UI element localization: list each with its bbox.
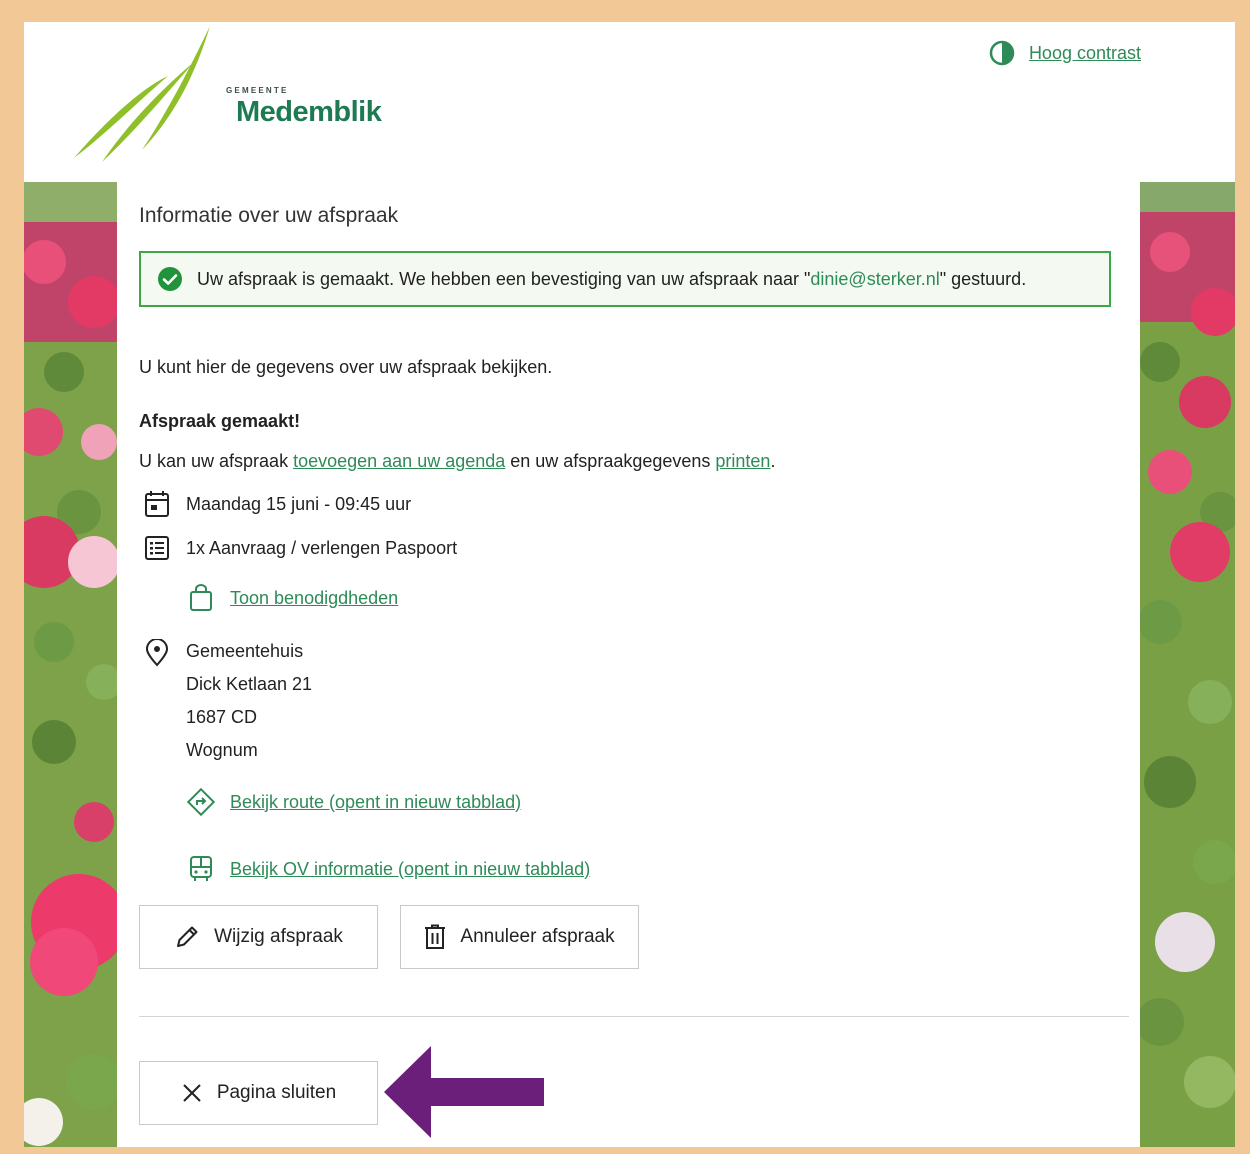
address-block: Gemeentehuis Dick Ketlaan 21 1687 CD Wog… (186, 635, 312, 767)
location-postcode: 1687 CD (186, 707, 258, 727)
close-page-button[interactable]: Pagina sluiten (139, 1061, 378, 1125)
annotation-arrow-icon (384, 1046, 544, 1138)
page-title: Informatie over uw afspraak (139, 204, 399, 227)
logo-title: Medemblik (236, 96, 382, 128)
agenda-text-end: . (770, 451, 776, 471)
route-row[interactable]: Bekijk route (opent in nieuw tabblad) (186, 788, 521, 816)
route-link[interactable]: Bekijk route (opent in nieuw tabblad) (230, 792, 521, 813)
location-city: Wognum (186, 740, 258, 760)
alert-email: dinie@sterker.nl (810, 268, 940, 289)
background-photo-left (24, 182, 117, 1147)
trash-icon (425, 924, 446, 949)
public-transport-row[interactable]: Bekijk OV informatie (opent in nieuw tab… (186, 855, 590, 883)
section-heading: Afspraak gemaakt! (139, 411, 301, 431)
close-page-label: Pagina sluiten (216, 1082, 337, 1103)
shopping-bag-icon (190, 584, 212, 611)
intro-text: U kunt hier de gegevens over uw afspraak… (139, 357, 553, 377)
appointment-panel: Informatie over uw afspraak Uw afspraak … (117, 182, 1140, 1147)
pencil-icon (177, 926, 198, 947)
public-transport-link[interactable]: Bekijk OV informatie (opent in nieuw tab… (230, 859, 590, 880)
leaves-icon (74, 26, 210, 162)
datetime-text: Maandag 15 juni - 09:45 uur (186, 493, 412, 514)
site-header: GEMEENTE Medemblik Hoog contrast (24, 22, 1235, 182)
agenda-text-start: U kan uw afspraak (139, 451, 294, 471)
alert-text-start: Uw afspraak is gemaakt. We hebben een be… (197, 268, 811, 289)
product-text: 1x Aanvraag / verlengen Paspoort (186, 537, 458, 558)
agenda-line: U kan uw afspraak toevoegen aan uw agend… (139, 451, 775, 472)
check-circle-icon (158, 267, 182, 291)
high-contrast-link[interactable]: Hoog contrast (1029, 43, 1141, 64)
show-requirements-link[interactable]: Toon benodigdheden (230, 588, 398, 609)
page-frame: GEMEENTE Medemblik Hoog contrast Informa… (24, 22, 1235, 1147)
calendar-icon (145, 491, 169, 517)
location-street: Dick Ketlaan 21 (186, 674, 313, 694)
cancel-appointment-button[interactable]: Annuleer afspraak (400, 905, 639, 969)
bus-icon (190, 856, 212, 881)
location-pin-icon (145, 639, 169, 667)
success-alert: Uw afspraak is gemaakt. We hebben een be… (139, 251, 1111, 307)
high-contrast-toggle[interactable]: Hoog contrast (989, 40, 1141, 66)
logo-subtitle: GEMEENTE (226, 86, 289, 95)
close-icon (183, 1084, 201, 1102)
agenda-text-middle: en uw afspraakgegevens (505, 451, 716, 471)
edit-appointment-button[interactable]: Wijzig afspraak (139, 905, 378, 969)
background-photo-right (1140, 182, 1235, 1147)
appointment-product: 1x Aanvraag / verlengen Paspoort (142, 535, 457, 561)
show-requirements[interactable]: Toon benodigdheden (186, 584, 398, 612)
print-link[interactable]: printen (715, 451, 770, 471)
add-to-calendar-link[interactable]: toevoegen aan uw agenda (293, 451, 505, 471)
alert-message: Uw afspraak is gemaakt. We hebben een be… (197, 269, 1026, 290)
cancel-appointment-label: Annuleer afspraak (460, 926, 615, 947)
appointment-location: Gemeentehuis Dick Ketlaan 21 1687 CD Wog… (142, 639, 312, 767)
list-icon (145, 536, 169, 560)
alert-text-end: " gestuurd. (939, 268, 1027, 289)
edit-appointment-label: Wijzig afspraak (214, 926, 343, 947)
municipality-logo[interactable]: GEMEENTE Medemblik (72, 22, 392, 167)
directions-icon (187, 788, 215, 816)
location-name: Gemeentehuis (186, 641, 304, 661)
appointment-datetime: Maandag 15 juni - 09:45 uur (142, 490, 411, 518)
section-divider (139, 1016, 1129, 1017)
contrast-icon (989, 40, 1015, 66)
